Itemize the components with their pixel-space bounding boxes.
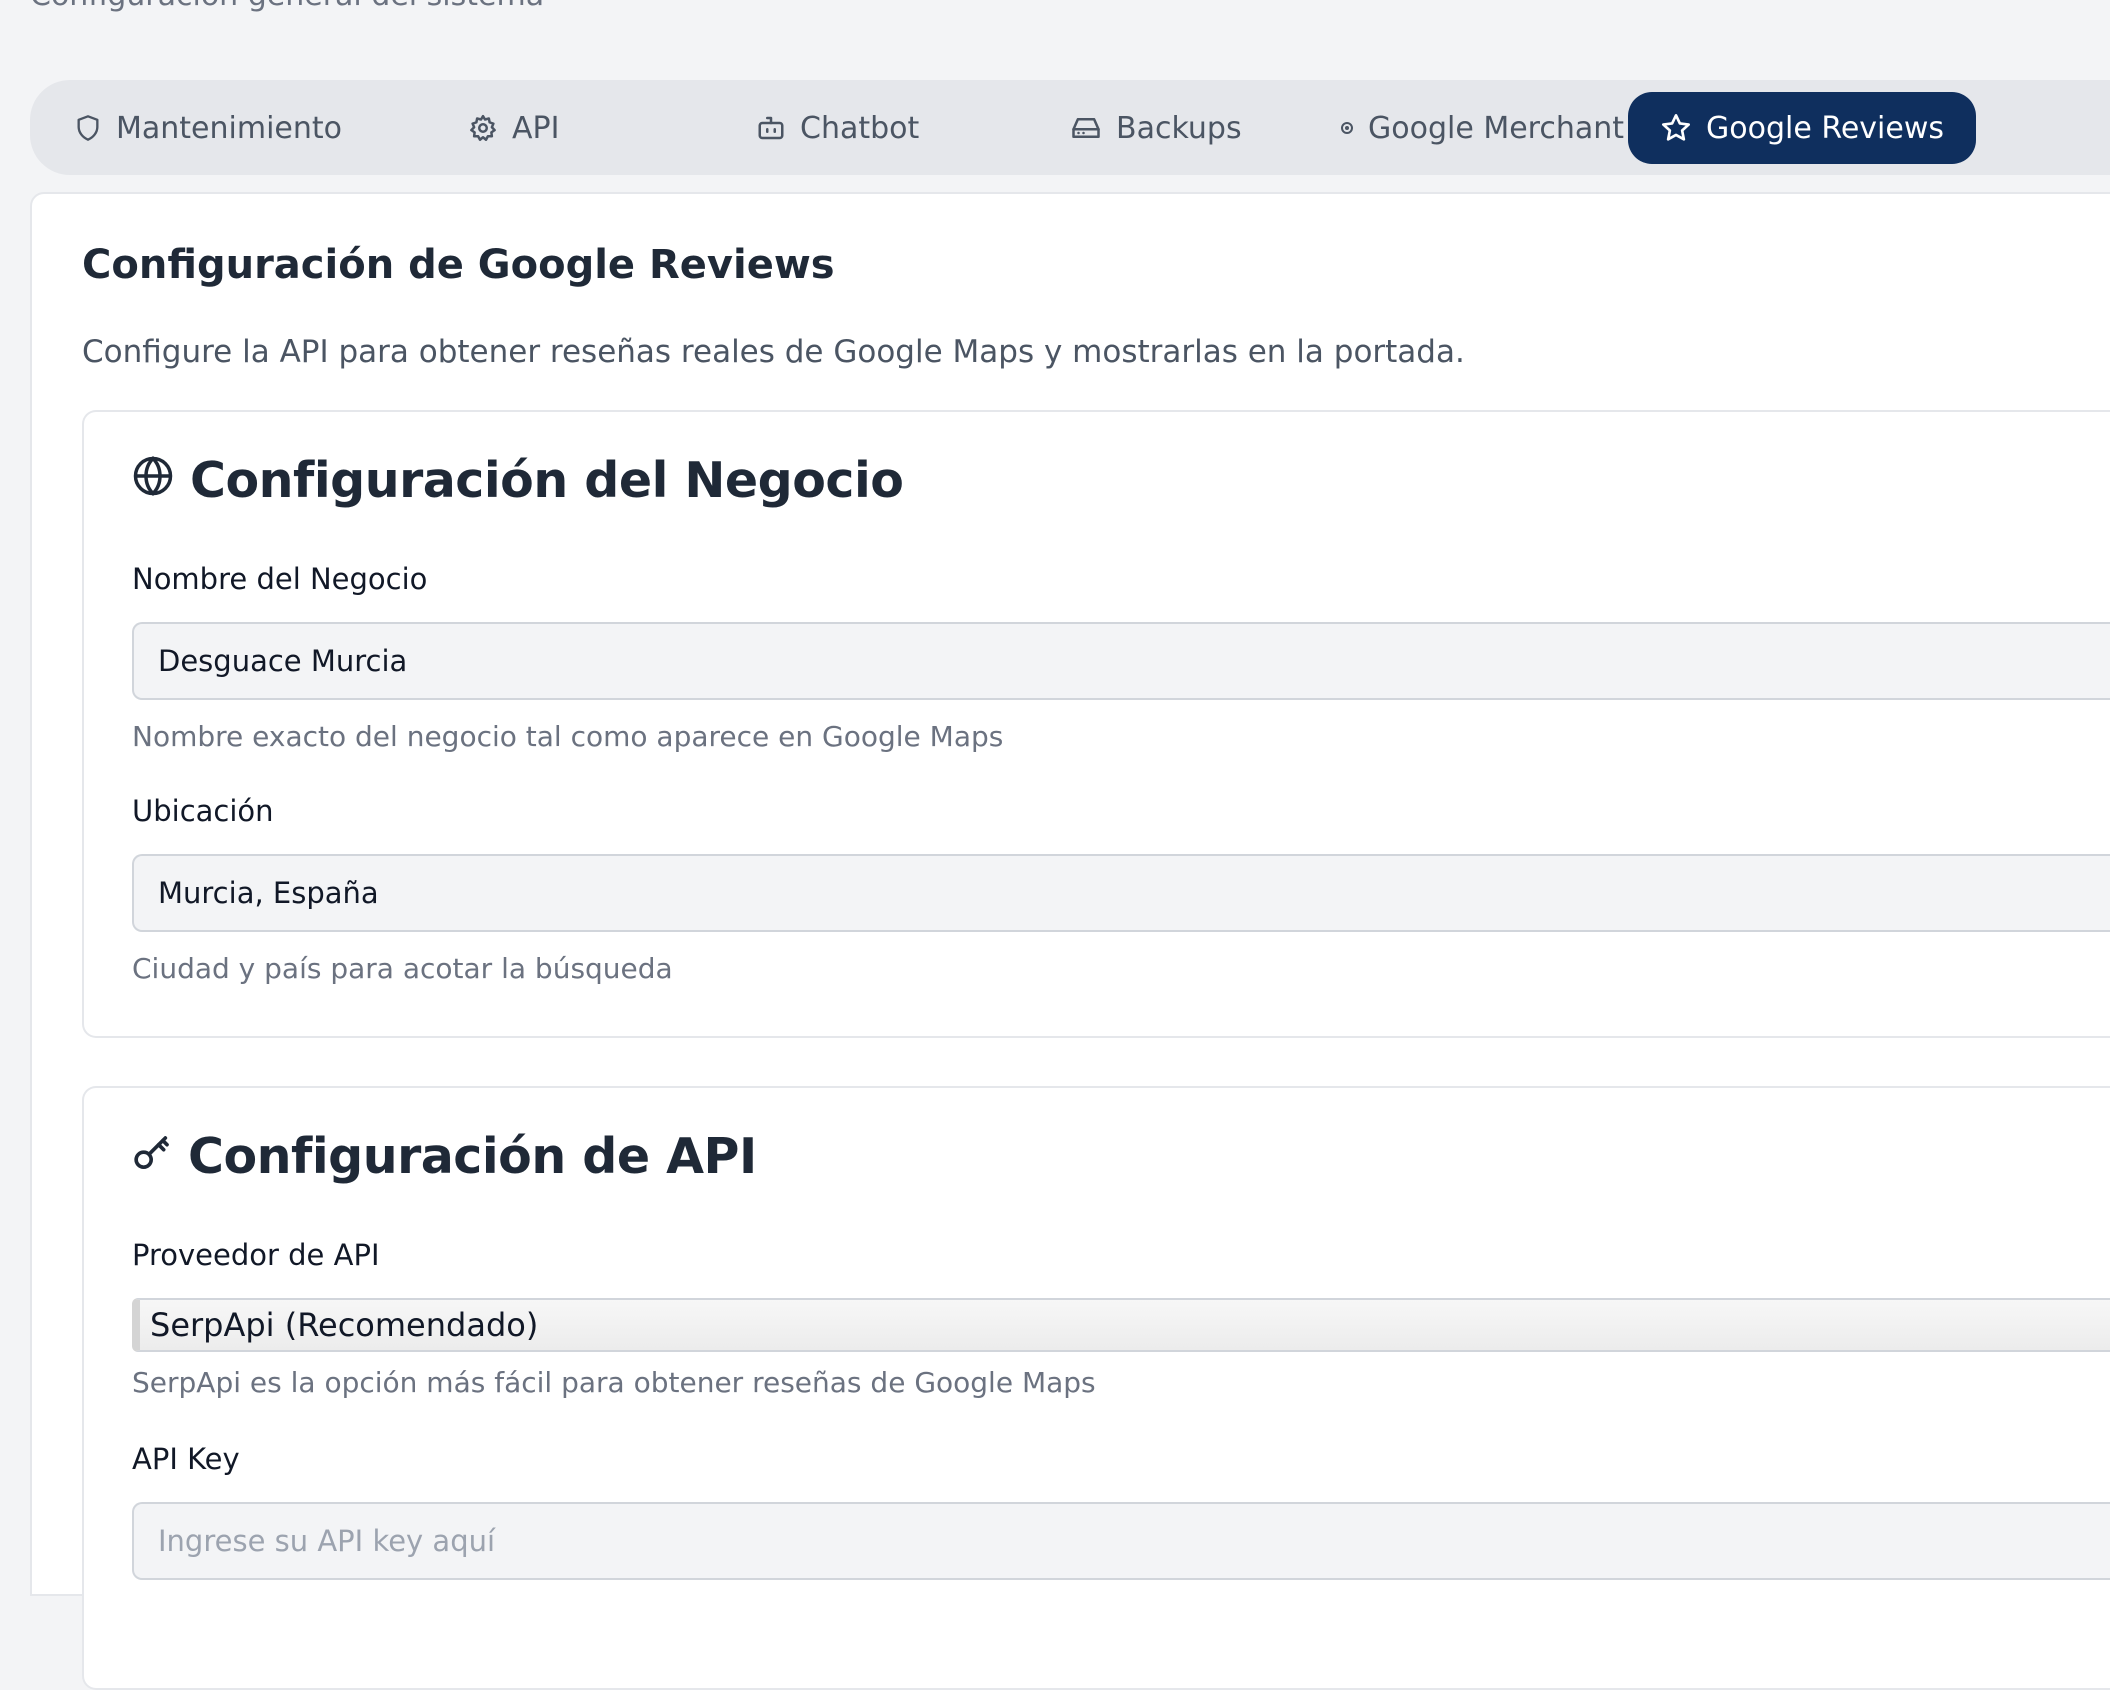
api-key-input[interactable] (132, 1502, 2110, 1580)
key-icon (132, 1128, 172, 1185)
card-title: Configuración de Google Reviews (82, 242, 835, 288)
tab-mantenimiento[interactable]: Mantenimiento (74, 92, 342, 164)
bot-icon (756, 113, 786, 143)
location-input[interactable] (132, 854, 2110, 932)
star-icon (1660, 112, 1692, 144)
tab-google-reviews[interactable]: Google Reviews (1628, 92, 1976, 164)
location-label: Ubicación (132, 794, 274, 828)
tabs-bar: Mantenimiento API Chatbot Backups Google… (30, 80, 2110, 175)
section-title-text: Configuración de API (188, 1128, 757, 1185)
api-provider-label: Proveedor de API (132, 1238, 380, 1272)
tab-label: API (512, 110, 560, 146)
tab-google-merchant[interactable]: Google Merchant (1340, 92, 1624, 164)
section-title-text: Configuración del Negocio (190, 452, 904, 509)
tab-chatbot[interactable]: Chatbot (756, 92, 919, 164)
business-section: Configuración del Negocio Nombre del Neg… (82, 410, 2110, 1038)
business-name-label: Nombre del Negocio (132, 562, 428, 596)
tab-api[interactable]: API (468, 92, 559, 164)
google-reviews-card: Configuración de Google Reviews Configur… (30, 192, 2110, 1690)
api-section: Configuración de API Proveedor de API Se… (82, 1086, 2110, 1690)
hard-drive-icon (1070, 113, 1102, 143)
tab-label: Google Merchant (1368, 110, 1625, 146)
business-name-input[interactable] (132, 622, 2110, 700)
business-name-help: Nombre exacto del negocio tal como apare… (132, 720, 1004, 753)
business-section-title: Configuración del Negocio (132, 452, 904, 509)
api-provider-help: SerpApi es la opción más fácil para obte… (132, 1366, 1096, 1399)
shield-icon (74, 113, 102, 143)
api-key-label: API Key (132, 1442, 240, 1476)
gear-icon (468, 113, 498, 143)
location-help: Ciudad y país para acotar la búsqueda (132, 952, 673, 985)
dot-icon (1340, 121, 1354, 135)
page-subtitle: Configuración general del sistema (30, 0, 544, 13)
tab-label: Mantenimiento (116, 110, 342, 146)
globe-icon (132, 452, 174, 509)
api-provider-value: SerpApi (Recomendado) (150, 1306, 539, 1344)
tab-label: Chatbot (800, 110, 920, 146)
api-section-title: Configuración de API (132, 1128, 757, 1185)
tab-backups[interactable]: Backups (1070, 92, 1242, 164)
card-description: Configure la API para obtener reseñas re… (82, 334, 1465, 370)
api-provider-select[interactable]: SerpApi (Recomendado) (132, 1298, 2110, 1352)
tab-label: Google Reviews (1706, 110, 1944, 146)
tab-label: Backups (1116, 110, 1242, 146)
